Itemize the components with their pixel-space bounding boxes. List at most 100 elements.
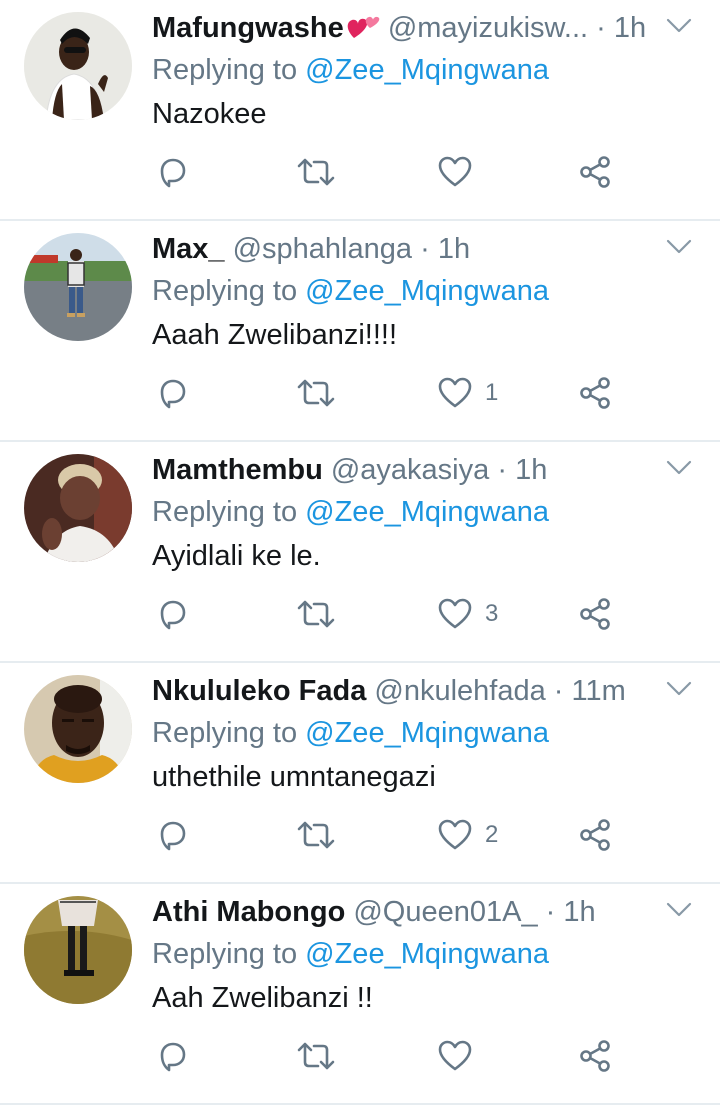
avatar[interactable] [24, 896, 132, 1004]
avatar[interactable] [24, 454, 132, 562]
like-button[interactable] [437, 140, 485, 204]
timestamp[interactable]: 1h [614, 12, 646, 44]
tweet-text: Ayidlali ke le. [152, 540, 321, 572]
tweet[interactable]: Athi Mabongo @Queen01A_ · 1h Replying to… [0, 884, 720, 1105]
replying-to: Replying to @Zee_Mqingwana [152, 492, 549, 532]
display-name[interactable]: Max_ [152, 233, 225, 265]
like-button[interactable] [437, 1024, 485, 1088]
separator-dot: · [420, 233, 430, 265]
mention-link[interactable]: @Zee_Mqingwana [305, 496, 549, 528]
share-icon [580, 1040, 610, 1072]
retweet-button[interactable] [296, 140, 336, 204]
tweet[interactable]: Max_ @sphahlanga · 1h Replying to @Zee_M… [0, 221, 720, 442]
replying-to: Replying to @Zee_Mqingwana [152, 713, 549, 753]
retweet-icon [297, 1042, 335, 1070]
retweet-icon [297, 821, 335, 849]
avatar[interactable] [24, 12, 132, 120]
separator-dot: · [545, 896, 556, 928]
mention-link[interactable]: @Zee_Mqingwana [305, 54, 549, 86]
timestamp[interactable]: 11m [572, 675, 626, 707]
user-handle[interactable]: @Queen01A_ [353, 896, 537, 928]
share-button[interactable] [578, 361, 612, 425]
reply-icon [160, 821, 186, 851]
action-bar [0, 1024, 720, 1088]
replying-label: Replying to [152, 496, 298, 528]
avatar[interactable] [24, 233, 132, 341]
tweet-header: Mafungwashe @mayizukisw... · 1h [152, 8, 652, 48]
chevron-down-icon[interactable] [664, 14, 694, 36]
share-icon [580, 156, 610, 188]
hearts-emoji-icon [344, 11, 380, 39]
reply-icon [160, 158, 186, 188]
display-name[interactable]: Mamthembu [152, 454, 323, 486]
display-name[interactable]: Mafungwashe [152, 12, 344, 44]
tweet-header: Nkululeko Fada @nkulehfada · 11m [152, 671, 652, 711]
share-button[interactable] [578, 582, 612, 646]
timestamp[interactable]: 1h [515, 454, 547, 486]
reply-icon [160, 1042, 186, 1072]
retweet-button[interactable] [296, 1024, 336, 1088]
separator-dot: · [497, 454, 507, 486]
mention-link[interactable]: @Zee_Mqingwana [305, 717, 549, 749]
tweet[interactable]: Nkululeko Fada @nkulehfada · 11m Replyin… [0, 663, 720, 884]
retweet-button[interactable] [296, 803, 336, 867]
retweet-button[interactable] [296, 361, 336, 425]
action-bar [0, 140, 720, 204]
action-bar: 3 [0, 582, 720, 646]
share-button[interactable] [578, 140, 612, 204]
timestamp[interactable]: 1h [563, 896, 595, 928]
separator-dot: · [596, 12, 606, 44]
display-name[interactable]: Athi Mabongo [152, 896, 345, 928]
replying-label: Replying to [152, 938, 298, 970]
action-bar: 2 [0, 803, 720, 867]
share-button[interactable] [578, 803, 612, 867]
mention-link[interactable]: @Zee_Mqingwana [305, 275, 549, 307]
reply-icon [160, 600, 186, 630]
user-handle[interactable]: @sphahlanga [233, 233, 412, 265]
timestamp[interactable]: 1h [438, 233, 470, 265]
heart-icon [438, 156, 472, 187]
heart-icon [438, 819, 472, 850]
reply-button[interactable] [156, 361, 190, 425]
like-button[interactable]: 3 [437, 582, 498, 646]
like-count: 1 [485, 379, 499, 406]
user-handle[interactable]: @nkulehfada [374, 675, 545, 707]
reply-button[interactable] [156, 803, 190, 867]
share-icon [580, 377, 610, 409]
tweet[interactable]: Mafungwashe @mayizukisw... · 1h Replying… [0, 0, 720, 221]
share-button[interactable] [578, 1024, 612, 1088]
like-count: 3 [485, 600, 499, 627]
replying-label: Replying to [152, 54, 298, 86]
chevron-down-icon[interactable] [664, 235, 694, 257]
avatar[interactable] [24, 675, 132, 783]
separator-dot: · [553, 675, 564, 707]
user-handle[interactable]: @ayakasiya [331, 454, 489, 486]
replying-label: Replying to [152, 275, 298, 307]
like-button[interactable]: 1 [437, 361, 498, 425]
tweet-header: Athi Mabongo @Queen01A_ · 1h [152, 892, 652, 932]
chevron-down-icon[interactable] [664, 898, 694, 920]
like-button[interactable]: 2 [437, 803, 498, 867]
reply-button[interactable] [156, 140, 190, 204]
reply-icon [160, 379, 186, 409]
tweet-text: uthethile umntanegazi [152, 761, 436, 793]
heart-icon [438, 598, 472, 629]
chevron-down-icon[interactable] [664, 456, 694, 478]
like-count: 2 [485, 821, 499, 848]
heart-icon [438, 377, 472, 408]
replying-label: Replying to [152, 717, 298, 749]
retweet-button[interactable] [296, 582, 336, 646]
display-name[interactable]: Nkululeko Fada [152, 675, 366, 707]
reply-button[interactable] [156, 582, 190, 646]
share-icon [580, 819, 610, 851]
replying-to: Replying to @Zee_Mqingwana [152, 934, 549, 974]
tweet[interactable]: Mamthembu @ayakasiya · 1h Replying to @Z… [0, 442, 720, 663]
retweet-icon [297, 158, 335, 186]
mention-link[interactable]: @Zee_Mqingwana [305, 938, 549, 970]
tweet-text: Nazokee [152, 98, 267, 130]
reply-button[interactable] [156, 1024, 190, 1088]
retweet-icon [297, 379, 335, 407]
tweet-header: Mamthembu @ayakasiya · 1h [152, 450, 652, 490]
chevron-down-icon[interactable] [664, 677, 694, 699]
user-handle[interactable]: @mayizukisw... [388, 12, 588, 44]
